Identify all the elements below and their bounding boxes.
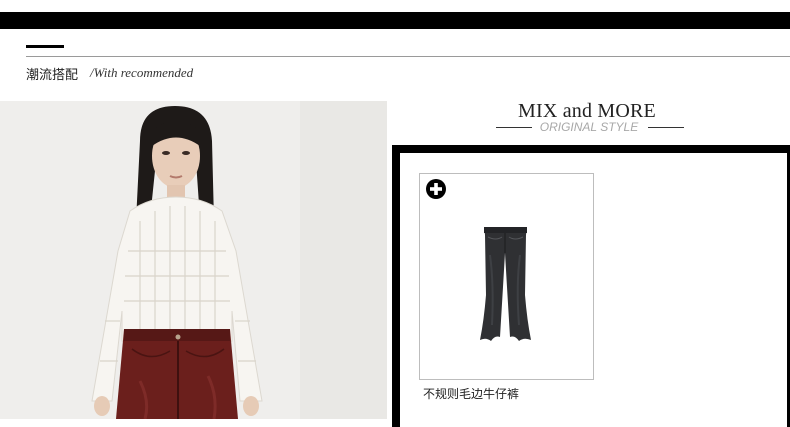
mix-subtitle-line-right <box>648 127 684 128</box>
section-rule <box>26 56 790 57</box>
product-image-jeans[interactable] <box>478 225 533 345</box>
section-title: 潮流搭配 <box>26 68 79 83</box>
mix-subtitle-line-left <box>496 127 532 128</box>
top-bar <box>0 12 790 29</box>
model-photo <box>0 101 387 419</box>
section-dash <box>26 45 64 48</box>
product-name[interactable]: 不规则毛边牛仔裤 <box>423 385 519 402</box>
plus-circle-icon[interactable] <box>426 179 446 199</box>
mix-subtitle: ORIGINAL STYLE <box>539 120 639 134</box>
section-subtitle: /With recommended <box>90 65 194 80</box>
